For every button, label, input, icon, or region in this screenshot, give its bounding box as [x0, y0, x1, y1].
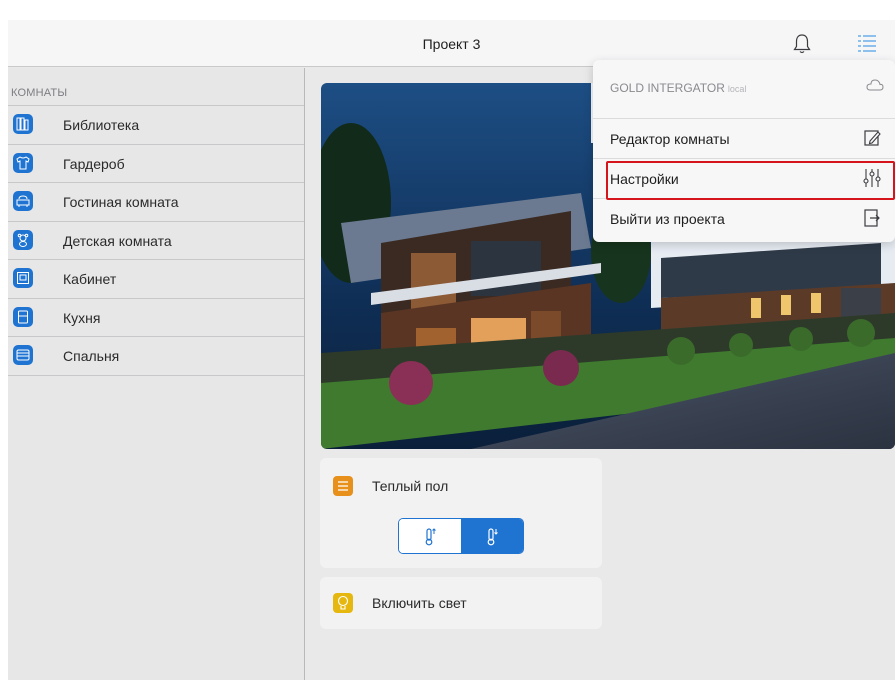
- temperature-up-button[interactable]: [399, 519, 461, 553]
- temperature-toggle: [398, 518, 524, 554]
- menu-item-room-editor[interactable]: Редактор комнаты: [593, 118, 895, 158]
- room-item-living-room[interactable]: Гостиная комната: [8, 183, 304, 222]
- bed-icon: [13, 345, 33, 365]
- menu-item-exit-project[interactable]: Выйти из проекта: [593, 198, 895, 238]
- cloud-icon[interactable]: [866, 79, 884, 91]
- temperature-down-button[interactable]: [461, 519, 523, 553]
- room-item-study[interactable]: Кабинет: [8, 260, 304, 299]
- floor-heating-icon: [333, 476, 353, 496]
- room-label: Детская комната: [63, 232, 172, 249]
- light-label: Включить свет: [372, 595, 467, 611]
- rooms-sidebar: КОМНАТЫ Библиотека Гардероб Гостиная ком…: [8, 68, 305, 680]
- room-item-bedroom[interactable]: Спальня: [8, 337, 304, 376]
- room-label: Гостиная комната: [63, 194, 179, 210]
- fridge-icon: [13, 306, 33, 327]
- project-title: Проект 3: [422, 36, 481, 52]
- menu-item-label: Редактор комнаты: [610, 131, 730, 147]
- room-item-kids-room[interactable]: Детская комната: [8, 222, 304, 260]
- room-item-kitchen[interactable]: Кухня: [8, 299, 304, 337]
- floor-heating-card: Теплый пол: [320, 458, 602, 568]
- menu-item-label: Выйти из проекта: [610, 211, 725, 227]
- thermometer-up-icon: [425, 528, 436, 546]
- rooms-section-title: КОМНАТЫ: [8, 68, 304, 106]
- books-icon: [13, 114, 33, 134]
- room-label: Кабинет: [63, 271, 117, 287]
- room-label: Библиотека: [63, 117, 140, 133]
- project-menu-dropdown: GOLD INTERGATOR local Редактор комнаты На…: [593, 60, 895, 242]
- room-item-wardrobe[interactable]: Гардероб: [8, 145, 304, 183]
- exit-icon: [864, 209, 880, 227]
- room-label: Спальня: [63, 348, 120, 364]
- monitor-icon: [13, 268, 33, 288]
- room-label: Гардероб: [63, 155, 125, 172]
- edit-icon: [864, 130, 881, 146]
- menu-list-icon[interactable]: [858, 34, 876, 52]
- room-label: Кухня: [63, 309, 101, 326]
- light-card[interactable]: Включить свет: [320, 577, 602, 629]
- floor-heating-label: Теплый пол: [372, 478, 449, 494]
- teddy-bear-icon: [13, 229, 33, 250]
- light-bulb-icon: [333, 593, 353, 613]
- notifications-bell-icon[interactable]: [792, 33, 812, 55]
- sofa-icon: [13, 191, 33, 211]
- room-item-library[interactable]: Библиотека: [8, 106, 304, 145]
- integrator-mode: local: [727, 84, 747, 94]
- integrator-name: GOLD INTERGATOR: [610, 81, 725, 95]
- settings-highlight-box: [606, 161, 895, 200]
- app-window: Проект 3 КОМНАТЫ Библиотека Гардероб Гос…: [8, 20, 895, 680]
- thermometer-down-icon: [487, 528, 498, 546]
- integrator-header: GOLD INTERGATOR local: [610, 81, 746, 95]
- shirt-icon: [13, 152, 33, 173]
